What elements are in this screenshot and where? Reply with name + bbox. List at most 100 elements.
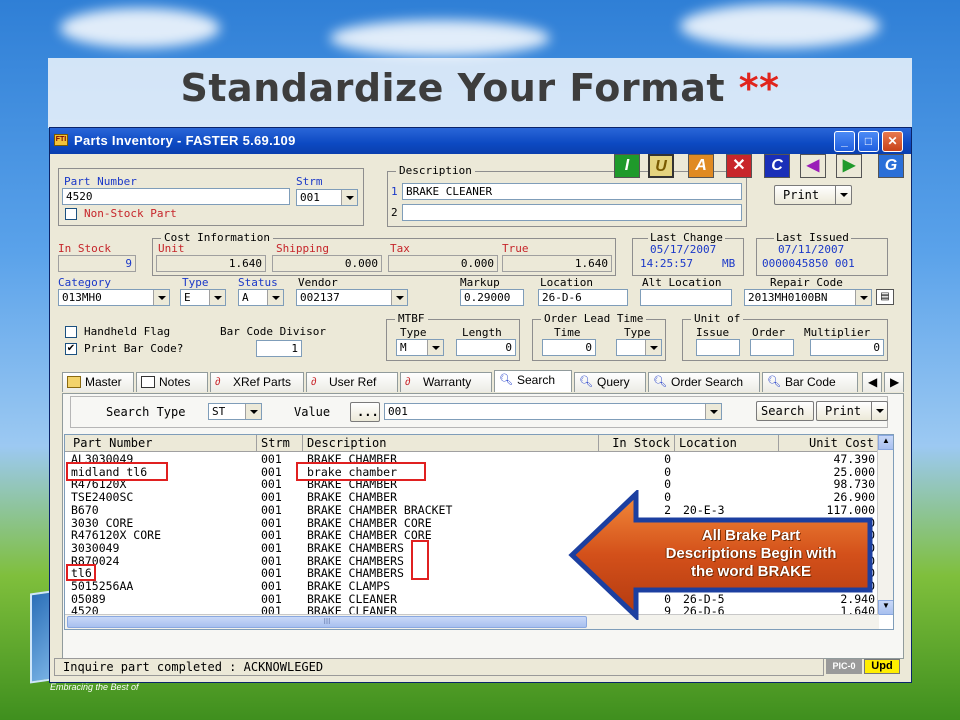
non-stock-checkbox[interactable] xyxy=(65,208,77,220)
horizontal-scroll-thumb[interactable]: III xyxy=(67,616,587,628)
scroll-up-button[interactable]: ▲ xyxy=(878,435,893,450)
chevron-down-icon[interactable] xyxy=(705,404,721,419)
table-row[interactable]: AL3030049 001 BRAKE CHAMBER 0 47.390 xyxy=(65,453,879,466)
true-cost-label: True xyxy=(502,242,529,255)
tab-warranty[interactable]: ∂ Warranty xyxy=(400,372,492,392)
unit-label: Unit xyxy=(158,242,185,255)
last-issued-date: 07/11/2007 xyxy=(778,243,845,256)
chevron-down-icon[interactable] xyxy=(153,290,169,305)
tab-bar-code[interactable]: 🔍︎ Bar Code xyxy=(762,372,858,392)
mtbf-length-input[interactable]: 0 xyxy=(456,339,516,356)
chevron-down-icon[interactable] xyxy=(267,290,283,305)
value-lookup-button[interactable]: ... xyxy=(350,402,380,422)
search-print-button[interactable]: Print xyxy=(816,401,888,421)
highlight-brake-chamber-lowercase xyxy=(296,462,426,481)
table-cell: B670 xyxy=(71,503,99,517)
chevron-down-icon[interactable] xyxy=(835,186,851,204)
toolbar-a-button[interactable]: A xyxy=(688,154,714,178)
location-input[interactable]: 26-D-6 xyxy=(538,289,628,306)
magnifier-icon: 🔍︎ xyxy=(767,376,781,388)
type-select[interactable]: E xyxy=(180,289,226,306)
lead-time-type-select[interactable] xyxy=(616,339,662,356)
tab-scroll-left-button[interactable]: ◀ xyxy=(862,372,882,392)
column-header-in-stock[interactable]: In Stock xyxy=(599,435,675,452)
bar-code-divisor-input[interactable]: 1 xyxy=(256,340,302,357)
scroll-grip: III xyxy=(323,617,331,626)
table-cell: 001 xyxy=(261,554,282,568)
toolbar-g-button[interactable]: G xyxy=(878,154,904,178)
chevron-down-icon[interactable] xyxy=(871,402,887,420)
table-cell: 001 xyxy=(261,541,282,555)
category-label: Category xyxy=(58,276,111,289)
part-number-label: Part Number xyxy=(64,175,137,188)
notes-icon xyxy=(141,376,155,388)
toolbar-delete-button[interactable]: ✕ xyxy=(726,154,752,178)
part-number-input[interactable]: 4520 xyxy=(62,188,290,205)
window-titlebar[interactable]: FTI Parts Inventory - FASTER 5.69.109 _ … xyxy=(50,128,911,154)
tab-master[interactable]: Master xyxy=(62,372,134,392)
slide-title: Standardize Your Format ** xyxy=(48,66,912,110)
chevron-down-icon[interactable] xyxy=(427,340,443,355)
chevron-down-icon[interactable] xyxy=(245,404,261,419)
status-select[interactable]: A xyxy=(238,289,284,306)
print-bar-code-checkbox[interactable]: ✔ xyxy=(65,343,77,355)
repair-code-lookup-icon[interactable]: ▤ xyxy=(876,289,894,305)
maximize-button[interactable]: □ xyxy=(858,131,879,152)
toolbar-next-button[interactable]: ▶ xyxy=(836,154,862,178)
status-value: A xyxy=(242,291,249,304)
chevron-down-icon[interactable] xyxy=(855,290,871,305)
tab-xref-parts[interactable]: ∂ XRef Parts xyxy=(210,372,304,392)
markup-input[interactable]: 0.29000 xyxy=(460,289,524,306)
multiplier-input[interactable]: 0 xyxy=(810,339,884,356)
repair-code-select[interactable]: 2013MH0100BN xyxy=(744,289,872,306)
minimize-button[interactable]: _ xyxy=(834,131,855,152)
handheld-flag-checkbox[interactable] xyxy=(65,326,77,338)
tab-label: Notes xyxy=(159,375,191,389)
lead-time-input[interactable]: 0 xyxy=(542,339,596,356)
tab-label: XRef Parts xyxy=(233,375,292,389)
scroll-down-button[interactable]: ▼ xyxy=(878,600,893,615)
toolbar-prev-button[interactable]: ◀ xyxy=(800,154,826,178)
toolbar-c-button[interactable]: C xyxy=(764,154,790,178)
alt-location-input[interactable] xyxy=(640,289,732,306)
tab-user-ref[interactable]: ∂ User Ref xyxy=(306,372,398,392)
close-button[interactable]: ✕ xyxy=(882,131,903,152)
column-header-strm[interactable]: Strm xyxy=(257,435,303,452)
order-input[interactable] xyxy=(750,339,794,356)
toolbar-i-button[interactable]: I xyxy=(614,154,640,178)
tab-query[interactable]: 🔍︎ Query xyxy=(574,372,646,392)
vendor-select[interactable]: 002137 xyxy=(296,289,408,306)
search-value-select[interactable]: 001 xyxy=(384,403,722,420)
vertical-scrollbar[interactable]: ▲ ▼ xyxy=(877,435,893,615)
last-change-user: MB xyxy=(722,257,736,270)
print-button[interactable]: Print xyxy=(774,185,852,205)
strm-select[interactable]: 001 xyxy=(296,189,358,206)
table-cell: 0 xyxy=(664,465,671,479)
search-print-label: Print xyxy=(825,404,862,418)
search-button[interactable]: Search xyxy=(756,401,814,421)
tab-scroll-right-button[interactable]: ▶ xyxy=(884,372,904,392)
category-select[interactable]: 013MH0 xyxy=(58,289,170,306)
table-row[interactable]: midland tl6 001 brake chamber 0 25.000 xyxy=(65,466,879,479)
column-header-location[interactable]: Location xyxy=(675,435,779,452)
tab-label: Master xyxy=(85,375,122,389)
search-type-select[interactable]: ST xyxy=(208,403,262,420)
tab-search[interactable]: 🔍︎ Search xyxy=(494,370,572,392)
chevron-down-icon[interactable] xyxy=(209,290,225,305)
chevron-down-icon[interactable] xyxy=(391,290,407,305)
chevron-down-icon[interactable] xyxy=(645,340,661,355)
description-line2-input[interactable] xyxy=(402,204,742,221)
in-stock-value: 9 xyxy=(58,255,136,272)
issue-input[interactable] xyxy=(696,339,740,356)
column-header-unit-cost[interactable]: Unit Cost xyxy=(779,435,879,452)
column-header-part-number[interactable]: Part Number xyxy=(65,435,257,452)
bar-code-divisor-label: Bar Code Divisor xyxy=(220,325,326,338)
column-header-description[interactable]: Description xyxy=(303,435,599,452)
tab-notes[interactable]: Notes xyxy=(136,372,208,392)
chevron-down-icon[interactable] xyxy=(341,190,357,205)
description-line1-input[interactable]: BRAKE CLEANER xyxy=(402,183,742,200)
toolbar-u-button[interactable]: U xyxy=(648,154,674,178)
tab-order-search[interactable]: 🔍︎ Order Search xyxy=(648,372,760,392)
mtbf-type-select[interactable]: M xyxy=(396,339,444,356)
tab-label: Query xyxy=(597,375,630,389)
